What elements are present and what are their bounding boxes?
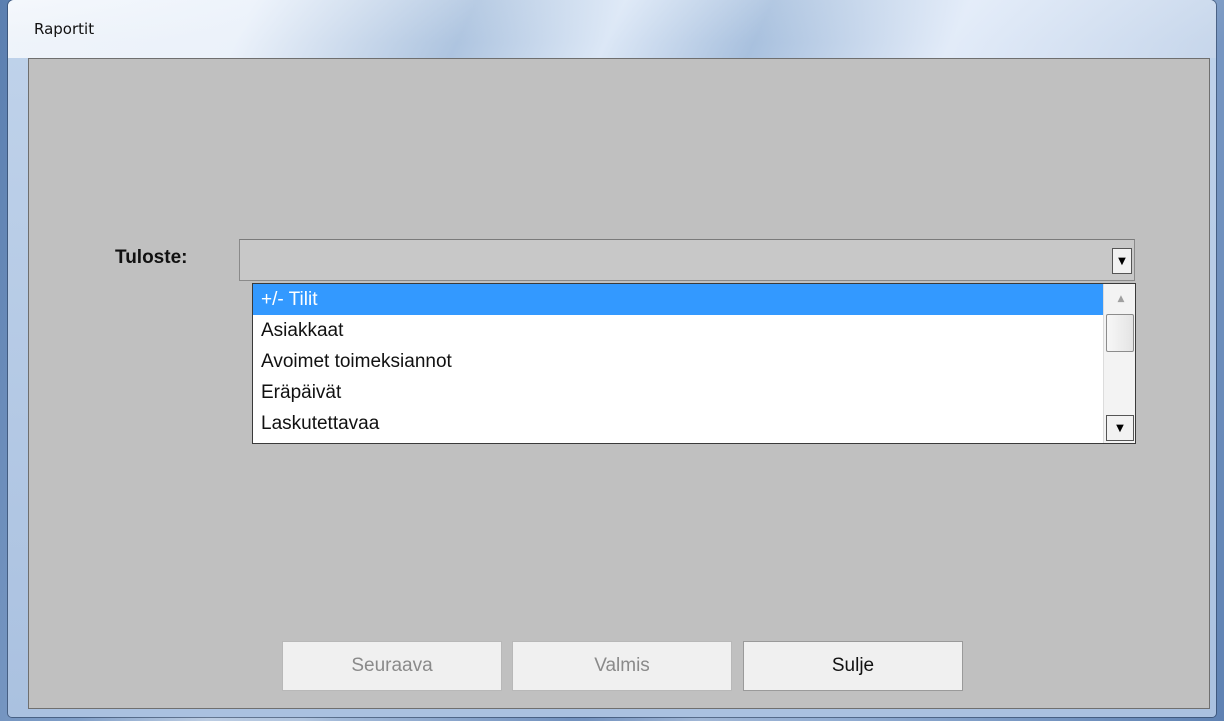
dialog-client-area: Tuloste: ▼ +/- Tilit Asiakkaat Avoimet t… — [28, 58, 1210, 709]
window-title: Raportit — [34, 20, 95, 38]
option-avoimet-toimeksiannot[interactable]: Avoimet toimeksiannot — [253, 346, 1103, 377]
combobox-dropdown-button[interactable]: ▼ — [1112, 248, 1132, 274]
print-field-label: Tuloste: — [115, 247, 188, 268]
option-asiakkaat[interactable]: Asiakkaat — [253, 315, 1103, 346]
report-window: Raportit Tuloste: ▼ +/- Tilit Asiakkaat … — [8, 0, 1216, 717]
print-combobox[interactable]: ▼ — [239, 239, 1135, 281]
next-button[interactable]: Seuraava — [282, 641, 502, 691]
option-tilit[interactable]: +/- Tilit — [253, 284, 1103, 315]
option-laskutettavaa[interactable]: Laskutettavaa — [253, 408, 1103, 439]
chevron-up-icon: ▲ — [1117, 294, 1125, 304]
dropdown-scrollbar[interactable]: ▲ ▼ — [1103, 284, 1135, 443]
option-erapaivat[interactable]: Eräpäivät — [253, 377, 1103, 408]
dropdown-options: +/- Tilit Asiakkaat Avoimet toimeksianno… — [253, 284, 1103, 439]
finish-button[interactable]: Valmis — [512, 641, 732, 691]
scroll-up-button[interactable]: ▲ — [1108, 286, 1134, 312]
chevron-down-icon: ▼ — [1116, 422, 1124, 434]
scroll-down-button[interactable]: ▼ — [1106, 415, 1134, 441]
scrollbar-thumb[interactable] — [1106, 314, 1134, 352]
close-button[interactable]: Sulje — [743, 641, 963, 691]
title-bar[interactable]: Raportit — [8, 0, 1216, 58]
dropdown-list[interactable]: +/- Tilit Asiakkaat Avoimet toimeksianno… — [252, 283, 1136, 444]
chevron-down-icon: ▼ — [1118, 255, 1126, 267]
